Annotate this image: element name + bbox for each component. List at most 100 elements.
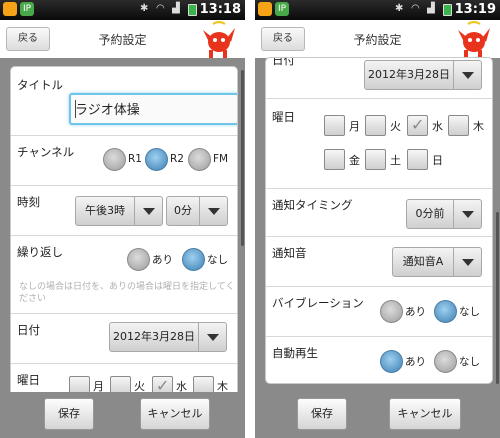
minute-select[interactable]: 0分 xyxy=(166,196,228,226)
wifi-icon: ◠ xyxy=(411,3,420,14)
weekday-thu-label: 木 xyxy=(473,120,484,133)
minute-select-value: 0分 xyxy=(174,204,192,217)
weekday-thu-checkbox[interactable] xyxy=(448,115,469,136)
channel-fm-label: FM xyxy=(213,153,229,165)
channel-r1-label: R1 xyxy=(128,153,142,165)
weekday-fri-checkbox[interactable] xyxy=(324,149,345,170)
vibration-row: バイブレーション あり なし xyxy=(266,286,492,336)
battery-icon xyxy=(188,4,197,16)
title-bar: 戻る 予約設定 xyxy=(0,20,245,58)
title-input-value: ラジオ体操 xyxy=(75,103,140,118)
channel-row: チャンネル R1 R2 FM xyxy=(11,135,237,185)
hour-select[interactable]: 午後3時 xyxy=(75,196,163,226)
chevron-down-icon xyxy=(453,61,481,89)
chevron-down-icon xyxy=(198,323,226,351)
status-time: 13:18 xyxy=(199,2,241,17)
title-row: タイトル ラジオ体操 xyxy=(11,67,237,135)
repeat-no-label: なし xyxy=(207,254,228,266)
status-time: 13:19 xyxy=(454,2,496,17)
repeat-label: 繰り返し xyxy=(17,245,63,259)
signal-icon: ▟ xyxy=(427,3,435,14)
notify-sound-label: 通知音 xyxy=(272,246,307,260)
mascot-icon xyxy=(203,21,235,58)
mascot-icon xyxy=(458,21,490,58)
radiko-app-icon: IP xyxy=(20,2,34,16)
chevron-down-icon xyxy=(453,248,481,276)
scrollbar[interactable] xyxy=(496,212,499,384)
notify-sound-row: 通知音 通知音A xyxy=(266,236,492,286)
weekday-tue-label: 火 xyxy=(390,120,401,133)
date-select-value: 2012年3月28日 xyxy=(113,330,195,343)
weekday-mon-label: 月 xyxy=(349,120,360,133)
autoplay-yes-radio[interactable] xyxy=(380,350,403,373)
weekday-mon-checkbox[interactable] xyxy=(324,115,345,136)
date-label: 日付 xyxy=(272,57,295,67)
left-screen: IP ✱ ◠ ▟ 13:18 戻る 予約設定 タイトル ラジオ体操 チャンネル … xyxy=(0,0,245,438)
notify-sound-select[interactable]: 通知音A xyxy=(392,247,482,277)
autoplay-label: 自動再生 xyxy=(272,346,318,360)
repeat-no-radio[interactable] xyxy=(182,248,205,271)
weekday-sun-checkbox[interactable] xyxy=(407,149,428,170)
channel-label: チャンネル xyxy=(17,145,75,159)
date-select-value: 2012年3月28日 xyxy=(368,68,450,81)
weekday-wed-checkbox[interactable] xyxy=(407,115,428,136)
settings-panel: 日付 2012年3月28日 曜日 月 火 水 木 金 土 日 通知タイミング 0… xyxy=(265,57,493,384)
weekday-label: 曜日 xyxy=(17,373,40,387)
vibration-no-label: なし xyxy=(459,306,480,318)
date-row: 日付 2012年3月28日 xyxy=(266,57,492,98)
time-row: 時刻 午後3時 0分 xyxy=(11,185,237,235)
vibration-yes-label: あり xyxy=(405,306,426,318)
settings-panel: タイトル ラジオ体操 チャンネル R1 R2 FM 時刻 午後3時 0分 繰り返… xyxy=(10,66,238,396)
cancel-button[interactable]: キャンセル xyxy=(389,398,461,430)
notify-timing-label: 通知タイミング xyxy=(272,198,353,212)
bluetooth-icon: ✱ xyxy=(395,3,404,14)
date-select[interactable]: 2012年3月28日 xyxy=(364,60,482,90)
title-input[interactable]: ラジオ体操 xyxy=(69,93,237,125)
channel-r2-radio[interactable] xyxy=(145,148,168,171)
weekday-fri-label: 金 xyxy=(349,154,360,167)
autoplay-yes-label: あり xyxy=(405,356,426,368)
weekday-tue-checkbox[interactable] xyxy=(365,115,386,136)
autoplay-row: 自動再生 あり なし xyxy=(266,336,492,383)
repeat-note: なしの場合は日付を、ありの場合は曜日を指定してください xyxy=(19,282,235,304)
chevron-down-icon xyxy=(199,197,227,225)
channel-r2-label: R2 xyxy=(170,153,184,165)
time-label: 時刻 xyxy=(17,195,40,209)
title-label: タイトル xyxy=(17,78,63,92)
notify-timing-select[interactable]: 0分前 xyxy=(406,199,482,229)
notify-timing-row: 通知タイミング 0分前 xyxy=(266,188,492,236)
chevron-down-icon xyxy=(453,200,481,228)
weekday-row: 曜日 月 火 水 木 金 土 日 xyxy=(266,98,492,188)
save-button[interactable]: 保存 xyxy=(297,398,347,430)
repeat-yes-radio[interactable] xyxy=(127,248,150,271)
chevron-down-icon xyxy=(134,197,162,225)
weekday-sat-checkbox[interactable] xyxy=(365,149,386,170)
radiko-app-icon: IP xyxy=(275,2,289,16)
bottom-bar: 保存 キャンセル xyxy=(255,392,500,438)
date-label: 日付 xyxy=(17,323,40,337)
status-bar: IP ✱ ◠ ▟ 13:18 xyxy=(0,0,245,20)
battery-icon xyxy=(443,4,452,16)
notify-sound-value: 通知音A xyxy=(402,255,444,268)
date-select[interactable]: 2012年3月28日 xyxy=(109,322,227,352)
date-row: 日付 2012年3月28日 xyxy=(11,313,237,363)
scrollbar[interactable] xyxy=(241,70,244,246)
notification-app-icon xyxy=(258,2,272,16)
signal-icon: ▟ xyxy=(172,3,180,14)
autoplay-no-radio[interactable] xyxy=(434,350,457,373)
vibration-yes-radio[interactable] xyxy=(380,300,403,323)
save-button[interactable]: 保存 xyxy=(44,398,94,430)
vibration-no-radio[interactable] xyxy=(434,300,457,323)
wifi-icon: ◠ xyxy=(156,3,165,14)
repeat-yes-label: あり xyxy=(152,254,173,266)
bottom-bar: 保存 キャンセル xyxy=(0,392,245,438)
title-bar: 戻る 予約設定 xyxy=(255,20,500,58)
weekday-wed-label: 水 xyxy=(432,120,443,133)
channel-r1-radio[interactable] xyxy=(103,148,126,171)
cancel-button[interactable]: キャンセル xyxy=(140,398,210,430)
hour-select-value: 午後3時 xyxy=(85,204,125,217)
notification-app-icon xyxy=(3,2,17,16)
channel-fm-radio[interactable] xyxy=(188,148,211,171)
weekday-sat-label: 土 xyxy=(390,154,401,167)
status-bar: IP ✱ ◠ ▟ 13:19 xyxy=(255,0,500,20)
